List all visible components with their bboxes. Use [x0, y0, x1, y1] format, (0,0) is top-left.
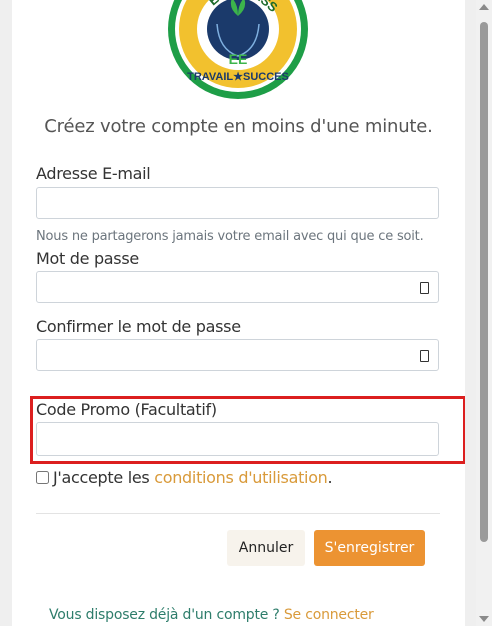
page-scrollbar[interactable]: [476, 0, 492, 626]
password-field[interactable]: [36, 271, 439, 303]
scroll-down-arrow-icon[interactable]: [479, 616, 489, 622]
registration-card: EPR ESS EE TRAVAIL★SUCCES Créez votre co…: [12, 0, 465, 626]
email-label: Adresse E-mail: [36, 164, 151, 183]
confirm-password-field[interactable]: [36, 339, 439, 371]
logo-initials: EE: [229, 51, 248, 67]
email-help-text: Nous ne partagerons jamais votre email a…: [36, 229, 424, 244]
scroll-up-arrow-icon[interactable]: [479, 4, 489, 10]
terms-link[interactable]: conditions d'utilisation: [154, 468, 328, 487]
terms-checkbox[interactable]: [36, 471, 49, 484]
scroll-thumb[interactable]: [480, 22, 488, 542]
confirm-password-toggle-icon[interactable]: [420, 350, 429, 362]
terms-prefix: J'accepte les: [53, 468, 155, 487]
brand-logo: EPR ESS EE TRAVAIL★SUCCES: [168, 0, 308, 99]
login-prompt-text: Vous disposez déjà d'un compte ?: [49, 607, 284, 623]
login-link[interactable]: Se connecter: [284, 607, 374, 623]
page-subtitle: Créez votre compte en moins d'une minute…: [44, 116, 433, 137]
divider: [36, 513, 440, 514]
login-prompt: Vous disposez déjà d'un compte ? Se conn…: [49, 607, 374, 623]
confirm-password-label: Confirmer le mot de passe: [36, 317, 241, 336]
register-button[interactable]: S'enregistrer: [314, 530, 425, 566]
terms-row: J'accepte les conditions d'utilisation .: [36, 468, 333, 487]
promo-code-field[interactable]: [36, 422, 439, 456]
password-label: Mot de passe: [36, 249, 139, 268]
promo-label: Code Promo (Facultatif): [36, 400, 217, 419]
password-toggle-icon[interactable]: [420, 282, 429, 294]
terms-suffix: .: [327, 468, 333, 487]
email-field[interactable]: [36, 187, 439, 219]
logo-tagline: TRAVAIL★SUCCES: [187, 71, 289, 83]
cancel-button[interactable]: Annuler: [227, 530, 305, 566]
